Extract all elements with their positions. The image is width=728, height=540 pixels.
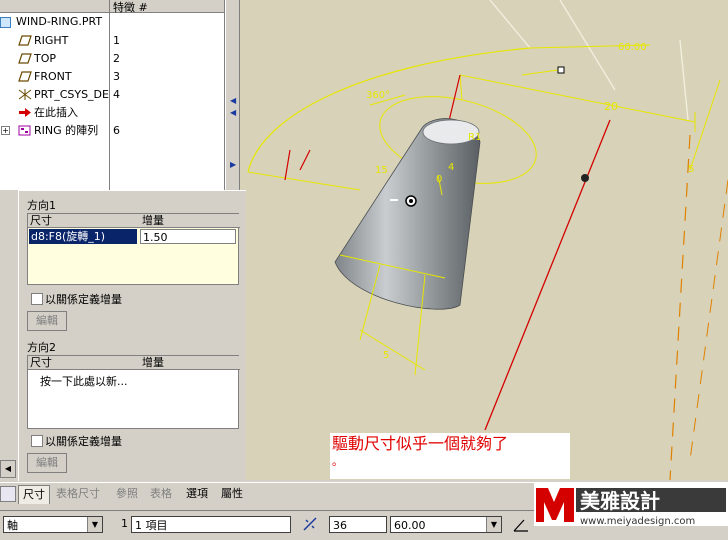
pattern-type-select[interactable]: 軸 ▼ (3, 516, 103, 533)
dim-5b: 5 (688, 164, 694, 175)
brand-url: www.meiyadesign.com (580, 516, 695, 526)
brand-watermark: 美雅設計 www.meiyadesign.com (534, 482, 728, 527)
collapse-left-icon[interactable]: ◀ (230, 108, 236, 117)
dim-360: 360° (366, 90, 390, 101)
tree-item-pattern[interactable]: + RING 的陣列 6 (0, 122, 224, 139)
dimension-arc (247, 47, 531, 173)
tree-item-label: RING 的陣列 (34, 124, 99, 137)
brand-logo: 美雅設計 www.meiyadesign.com (536, 488, 726, 527)
tree-item-label: RIGHT (34, 34, 69, 47)
angular-extent-icon[interactable] (512, 517, 530, 533)
direction2-relation-label: 以關係定義增量 (45, 435, 122, 448)
axis-line (484, 119, 611, 431)
brand-name: 美雅設計 (580, 489, 660, 513)
annotation-note: 驅動尺寸似乎一個就夠了 。 (330, 433, 570, 479)
axis-reference-collector[interactable]: 1 項目 (131, 516, 291, 533)
tab-tables[interactable]: 表格 (150, 485, 172, 503)
expand-right-icon[interactable]: ▶ (230, 160, 236, 169)
col-dimension[interactable]: 尺寸 (28, 356, 141, 370)
feature-number: 2 (113, 52, 120, 65)
model-tree-header: 特徵 # (0, 0, 224, 190)
pattern-icon (18, 125, 32, 136)
feature-number: 1 (113, 34, 120, 47)
direction1-dimension-cell[interactable]: d8:F8(旋轉_1) (29, 229, 137, 244)
dim-5: 5 (383, 350, 389, 361)
direction2-table[interactable]: 尺寸 增量 按一下此處以新... (27, 355, 240, 429)
dim-15: 15 (375, 165, 388, 176)
pattern-dimensions-panel: 方向1 尺寸 增量 d8:F8(旋轉_1) 1.50 以關係定義增量 編輯 方向… (18, 190, 246, 481)
model-tree: 特徵 # WIND-RING.PRT RIGHT 1 TOP 2 FRONT 3… (0, 0, 225, 190)
datum-plane-icon (18, 71, 32, 82)
direction1-relation-checkbox[interactable] (31, 293, 43, 305)
tab-properties[interactable]: 屬性 (221, 485, 243, 503)
direction1-relation-label: 以關係定義增量 (45, 293, 122, 306)
annotation-line2: 。 (332, 455, 343, 468)
col-increment[interactable]: 增量 (140, 356, 240, 370)
insert-here-arrow-icon (18, 107, 32, 118)
tree-item-label: PRT_CSYS_DE (34, 88, 109, 101)
tree-item-label: 在此插入 (34, 106, 78, 119)
col-increment[interactable]: 增量 (140, 214, 240, 228)
tab-references[interactable]: 參照 (116, 485, 138, 503)
dim-60: 60.00 (618, 42, 647, 53)
member-count-input[interactable]: 36 (329, 516, 387, 533)
dim-20: 20 (604, 100, 618, 113)
tree-item-part[interactable]: WIND-RING.PRT (0, 13, 224, 30)
direction2-add-placeholder[interactable]: 按一下此處以新... (40, 373, 128, 389)
direction1-increment-cell[interactable]: 1.50 (140, 229, 236, 244)
part-icon (0, 17, 11, 28)
dim-4: 4 (448, 162, 454, 173)
tree-item-front[interactable]: FRONT 3 (0, 68, 224, 85)
tab-options[interactable]: 選項 (186, 485, 208, 503)
graphics-window[interactable]: 60.00 20 360° 15 5 R1 4 0 5 (240, 0, 728, 480)
datum-plane-icon (18, 35, 32, 46)
annotation-line1: 驅動尺寸似乎一個就夠了 (332, 434, 509, 453)
direction2-edit-button[interactable]: 編輯 (27, 453, 67, 473)
part-name: WIND-RING.PRT (16, 15, 103, 28)
col-dimension[interactable]: 尺寸 (28, 214, 141, 228)
tree-item-right[interactable]: RIGHT 1 (0, 32, 224, 49)
expand-icon[interactable]: + (1, 126, 10, 135)
feature-number: 4 (113, 88, 120, 101)
tree-item-insert-here[interactable]: 在此插入 (0, 104, 224, 121)
tree-item-label: FRONT (34, 70, 72, 83)
dim-0: 0 (436, 174, 442, 185)
collapse-left-icon[interactable]: ◀ (230, 96, 236, 105)
dashboard-toggle-icon[interactable] (0, 486, 16, 502)
tab-dimensions[interactable]: 尺寸 (18, 485, 50, 504)
model-viewport: 60.00 20 360° 15 5 R1 4 0 5 (247, 0, 728, 480)
angle-increment-value: 60.00 (394, 519, 426, 532)
tab-table-dimensions[interactable]: 表格尺寸 (56, 485, 100, 503)
direction1-title: 方向1 (27, 199, 56, 212)
direction1-edit-button[interactable]: 編輯 (27, 311, 67, 331)
csys-icon (18, 89, 32, 100)
tree-item-csys[interactable]: PRT_CSYS_DE 4 (0, 86, 224, 103)
flip-direction-icon[interactable] (302, 516, 318, 532)
direction1-count-label: 1 (121, 517, 128, 530)
feature-number: 3 (113, 70, 120, 83)
datum-plane-icon (18, 53, 32, 64)
drag-handle[interactable] (557, 66, 565, 74)
angle-increment-select[interactable]: 60.00 ▼ (390, 516, 502, 533)
dim-r1: R1 (468, 132, 481, 143)
feature-number: 6 (113, 124, 120, 137)
pattern-type-value: 軸 (7, 519, 18, 532)
scroll-left-icon[interactable]: ◀ (0, 460, 16, 478)
chevron-down-icon[interactable]: ▼ (87, 517, 102, 532)
direction1-table[interactable]: 尺寸 增量 d8:F8(旋轉_1) 1.50 (27, 213, 240, 285)
direction2-relation-checkbox[interactable] (31, 435, 43, 447)
chevron-down-icon[interactable]: ▼ (486, 517, 501, 532)
axis-point (581, 174, 589, 182)
tree-item-label: TOP (34, 52, 57, 65)
direction2-title: 方向2 (27, 341, 56, 354)
tree-item-top[interactable]: TOP 2 (0, 50, 224, 67)
cone-model[interactable] (334, 118, 481, 310)
